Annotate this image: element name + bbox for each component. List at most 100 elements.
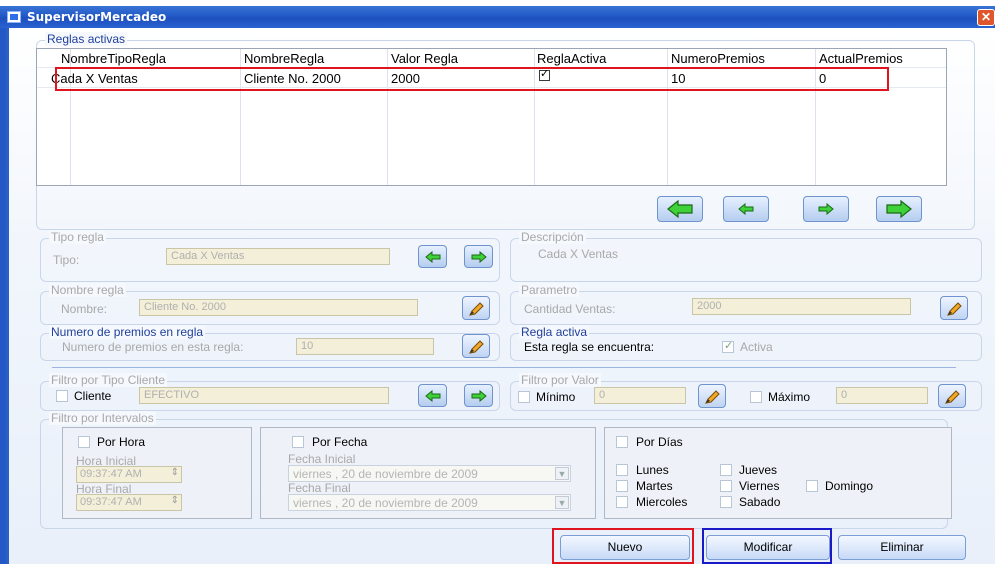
descripcion-title: Descripción xyxy=(519,230,586,244)
minimo-checkbox[interactable] xyxy=(518,391,530,403)
green-arrow-icon xyxy=(471,250,487,263)
hora-inicial-value: 09:37:47 AM xyxy=(80,468,142,480)
tipo-regla-title: Tipo regla xyxy=(49,230,106,244)
jueves-checkbox[interactable] xyxy=(720,464,732,476)
edit-minimo-button[interactable] xyxy=(698,384,726,408)
cliente-next-button[interactable] xyxy=(464,384,493,407)
col-header-numeropremios[interactable]: NumeroPremios xyxy=(671,51,765,66)
domingo-checkbox[interactable] xyxy=(806,480,818,492)
eliminar-button[interactable]: Eliminar xyxy=(838,535,966,560)
pencil-icon xyxy=(945,390,960,404)
maximo-label: Máximo xyxy=(768,390,811,404)
col-header-reglaactiva[interactable]: ReglaActiva xyxy=(537,51,606,66)
selected-row-highlight xyxy=(55,67,889,91)
green-arrow-icon xyxy=(818,203,834,215)
fecha-inicial-label: Fecha Inicial xyxy=(288,452,356,466)
nombre-regla-title: Nombre regla xyxy=(49,283,126,297)
chevron-down-icon[interactable]: ▼ xyxy=(555,467,569,480)
minimo-field[interactable]: 0 xyxy=(594,387,686,404)
por-hora-label: Por Hora xyxy=(97,435,146,449)
edit-numero-premios-button[interactable] xyxy=(462,334,490,358)
numero-premios-title: Numero de premios en regla xyxy=(49,325,206,339)
fecha-final-picker[interactable]: viernes , 20 de noviembre de 2009 ▼ xyxy=(288,494,571,511)
app-icon xyxy=(7,11,21,23)
por-dias-label: Por Días xyxy=(636,435,683,449)
modificar-highlight-box xyxy=(702,528,832,564)
pencil-icon xyxy=(469,340,484,354)
cliente-field[interactable]: EFECTIVO xyxy=(139,387,389,404)
fecha-inicial-picker[interactable]: viernes , 20 de noviembre de 2009 ▼ xyxy=(288,465,571,482)
minimo-label: Mínimo xyxy=(536,390,576,404)
cantidad-ventas-label: Cantidad Ventas: xyxy=(524,302,616,316)
miercoles-checkbox[interactable] xyxy=(616,496,628,508)
green-arrow-icon xyxy=(886,200,912,218)
viernes-checkbox[interactable] xyxy=(720,480,732,492)
tipo-prev-button[interactable] xyxy=(418,245,447,268)
por-hora-checkbox[interactable] xyxy=(78,436,90,448)
miercoles-label: Miercoles xyxy=(636,495,688,509)
col-header-nombretiporegla[interactable]: NombreTipoRegla xyxy=(61,51,166,66)
por-dias-checkbox[interactable] xyxy=(616,436,628,448)
green-arrow-icon xyxy=(424,250,440,263)
col-header-actualpremios[interactable]: ActualPremios xyxy=(819,51,903,66)
cliente-label: Cliente xyxy=(74,389,112,403)
maximo-field[interactable]: 0 xyxy=(836,387,928,404)
lunes-label: Lunes xyxy=(636,463,669,477)
spinner-icon[interactable]: ⇕ xyxy=(171,495,179,506)
edit-maximo-button[interactable] xyxy=(938,384,966,408)
first-record-button[interactable] xyxy=(657,196,703,222)
reglas-activas-title: Reglas activas xyxy=(45,32,128,46)
edit-parametro-button[interactable] xyxy=(940,296,968,320)
cliente-prev-button[interactable] xyxy=(418,384,447,407)
edit-nombre-button[interactable] xyxy=(462,296,490,320)
filtro-valor-title: Filtro por Valor xyxy=(519,373,601,387)
fecha-final-value: viernes , 20 de noviembre de 2009 xyxy=(293,496,478,510)
viernes-label: Viernes xyxy=(739,479,780,493)
last-record-button[interactable] xyxy=(876,196,922,222)
lunes-checkbox[interactable] xyxy=(616,464,628,476)
numero-premios-field[interactable]: 10 xyxy=(296,338,434,355)
domingo-label: Domingo xyxy=(825,479,874,493)
close-button[interactable]: ✕ xyxy=(977,9,995,26)
jueves-label: Jueves xyxy=(739,463,778,477)
title-bar[interactable]: SupervisorMercadeo ✕ xyxy=(0,6,995,28)
green-arrow-icon xyxy=(424,389,440,402)
fecha-final-label: Fecha Final xyxy=(288,481,351,495)
martes-checkbox[interactable] xyxy=(616,480,628,492)
maximo-checkbox[interactable] xyxy=(750,391,762,403)
nombre-field[interactable]: Cliente No. 2000 xyxy=(139,299,418,316)
cliente-checkbox[interactable] xyxy=(56,390,68,402)
chevron-down-icon[interactable]: ▼ xyxy=(555,496,569,509)
col-header-valorregla[interactable]: Valor Regla xyxy=(391,51,458,66)
por-fecha-checkbox[interactable] xyxy=(292,436,304,448)
previous-record-button[interactable] xyxy=(723,196,769,222)
green-arrow-icon xyxy=(667,200,693,218)
filtro-tipo-cliente-title: Filtro por Tipo Cliente xyxy=(49,373,168,387)
spinner-icon[interactable]: ⇕ xyxy=(171,467,179,478)
pencil-icon xyxy=(705,390,720,404)
next-record-button[interactable] xyxy=(803,196,849,222)
supervisor-window: SupervisorMercadeo ✕ Reglas activas Nomb… xyxy=(0,0,995,564)
regla-activa-label: Esta regla se encuentra: xyxy=(524,340,655,354)
por-fecha-label: Por Fecha xyxy=(312,435,368,449)
grid-header: NombreTipoRegla NombreRegla Valor Regla … xyxy=(37,49,946,67)
pencil-icon xyxy=(947,302,962,316)
tipo-next-button[interactable] xyxy=(464,245,493,268)
activa-checkbox[interactable] xyxy=(722,339,734,353)
nuevo-highlight-box xyxy=(552,528,694,564)
hora-final-value: 09:37:47 AM xyxy=(80,496,142,508)
martes-label: Martes xyxy=(636,479,673,493)
col-header-nombreregla[interactable]: NombreRegla xyxy=(244,51,324,66)
fecha-inicial-value: viernes , 20 de noviembre de 2009 xyxy=(293,467,478,481)
tipo-field[interactable]: Cada X Ventas xyxy=(166,248,390,265)
nombre-label: Nombre: xyxy=(61,302,108,316)
window-title: SupervisorMercadeo xyxy=(27,10,167,24)
sabado-checkbox[interactable] xyxy=(720,496,732,508)
numero-premios-label: Numero de premios en esta regla: xyxy=(62,340,244,354)
sabado-label: Sabado xyxy=(739,495,781,509)
descripcion-value: Cada X Ventas xyxy=(538,247,619,261)
cantidad-ventas-field[interactable]: 2000 xyxy=(692,298,911,315)
hora-inicial-field[interactable]: 09:37:47 AM ⇕ xyxy=(76,466,182,483)
hora-final-field[interactable]: 09:37:47 AM ⇕ xyxy=(76,494,182,511)
green-arrow-icon xyxy=(471,389,487,402)
